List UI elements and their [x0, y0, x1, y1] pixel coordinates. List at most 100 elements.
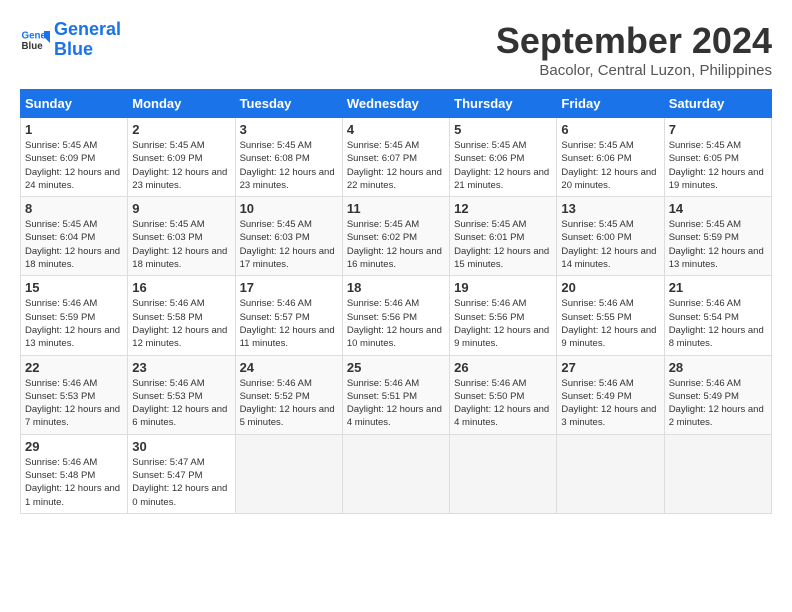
day-number: 27 [561, 360, 659, 375]
day-number: 2 [132, 122, 230, 137]
calendar-cell: 9 Sunrise: 5:45 AMSunset: 6:03 PMDaylight… [128, 197, 235, 276]
day-number: 30 [132, 439, 230, 454]
day-info: Sunrise: 5:46 AMSunset: 5:49 PMDaylight:… [561, 377, 659, 430]
header-row: Sunday Monday Tuesday Wednesday Thursday… [21, 90, 772, 118]
calendar-cell [235, 434, 342, 513]
location-title: Bacolor, Central Luzon, Philippines [496, 62, 772, 79]
day-info: Sunrise: 5:45 AMSunset: 6:03 PMDaylight:… [240, 218, 338, 271]
calendar-cell: 17 Sunrise: 5:46 AMSunset: 5:57 PMDayligh… [235, 276, 342, 355]
day-info: Sunrise: 5:45 AMSunset: 6:09 PMDaylight:… [132, 139, 230, 192]
day-number: 20 [561, 280, 659, 295]
day-number: 16 [132, 280, 230, 295]
day-info: Sunrise: 5:45 AMSunset: 6:01 PMDaylight:… [454, 218, 552, 271]
calendar-cell: 18Sunrise: 5:46 AMSunset: 5:56 PMDayligh… [342, 276, 449, 355]
day-info: Sunrise: 5:45 AMSunset: 5:59 PMDaylight:… [669, 218, 767, 271]
calendar-cell: 27 Sunrise: 5:46 AMSunset: 5:49 PMDayligh… [557, 355, 664, 434]
day-number: 17 [240, 280, 338, 295]
day-info: Sunrise: 5:46 AMSunset: 5:53 PMDaylight:… [25, 377, 123, 430]
day-info: Sunrise: 5:46 AMSunset: 5:53 PMDaylight:… [132, 377, 230, 430]
calendar-cell [342, 434, 449, 513]
day-info: Sunrise: 5:46 AMSunset: 5:49 PMDaylight:… [669, 377, 767, 430]
calendar-cell: 13 Sunrise: 5:45 AMSunset: 6:00 PMDayligh… [557, 197, 664, 276]
day-info: Sunrise: 5:45 AMSunset: 6:09 PMDaylight:… [25, 139, 123, 192]
col-monday: Monday [128, 90, 235, 118]
calendar-cell: 11 Sunrise: 5:45 AMSunset: 6:02 PMDayligh… [342, 197, 449, 276]
day-info: Sunrise: 5:46 AMSunset: 5:50 PMDaylight:… [454, 377, 552, 430]
calendar-cell [557, 434, 664, 513]
calendar-row: 22 Sunrise: 5:46 AMSunset: 5:53 PMDayligh… [21, 355, 772, 434]
day-number: 10 [240, 201, 338, 216]
calendar-cell: 6Sunrise: 5:45 AMSunset: 6:06 PMDaylight… [557, 118, 664, 197]
calendar-cell: 1 Sunrise: 5:45 AMSunset: 6:09 PMDaylight… [21, 118, 128, 197]
calendar-row: 8 Sunrise: 5:45 AMSunset: 6:04 PMDaylight… [21, 197, 772, 276]
col-saturday: Saturday [664, 90, 771, 118]
day-info: Sunrise: 5:45 AMSunset: 6:00 PMDaylight:… [561, 218, 659, 271]
calendar-cell: 26 Sunrise: 5:46 AMSunset: 5:50 PMDayligh… [450, 355, 557, 434]
calendar-cell: 10 Sunrise: 5:45 AMSunset: 6:03 PMDayligh… [235, 197, 342, 276]
day-info: Sunrise: 5:45 AMSunset: 6:06 PMDaylight:… [561, 139, 659, 192]
day-number: 1 [25, 122, 123, 137]
calendar-cell: 19Sunrise: 5:46 AMSunset: 5:56 PMDayligh… [450, 276, 557, 355]
day-info: Sunrise: 5:45 AMSunset: 6:08 PMDaylight:… [240, 139, 338, 192]
calendar-cell: 28Sunrise: 5:46 AMSunset: 5:49 PMDayligh… [664, 355, 771, 434]
day-number: 24 [240, 360, 338, 375]
calendar-row: 29 Sunrise: 5:46 AMSunset: 5:48 PMDayligh… [21, 434, 772, 513]
day-info: Sunrise: 5:46 AMSunset: 5:48 PMDaylight:… [25, 456, 123, 509]
col-sunday: Sunday [21, 90, 128, 118]
day-number: 26 [454, 360, 552, 375]
day-number: 25 [347, 360, 445, 375]
day-number: 11 [347, 201, 445, 216]
col-thursday: Thursday [450, 90, 557, 118]
day-number: 3 [240, 122, 338, 137]
day-number: 4 [347, 122, 445, 137]
day-info: Sunrise: 5:46 AMSunset: 5:57 PMDaylight:… [240, 297, 338, 350]
day-info: Sunrise: 5:47 AMSunset: 5:47 PMDaylight:… [132, 456, 230, 509]
calendar-cell: 23 Sunrise: 5:46 AMSunset: 5:53 PMDayligh… [128, 355, 235, 434]
day-number: 13 [561, 201, 659, 216]
day-info: Sunrise: 5:45 AMSunset: 6:05 PMDaylight:… [669, 139, 767, 192]
calendar-cell: 5Sunrise: 5:45 AMSunset: 6:06 PMDaylight… [450, 118, 557, 197]
day-info: Sunrise: 5:46 AMSunset: 5:58 PMDaylight:… [132, 297, 230, 350]
title-section: September 2024 Bacolor, Central Luzon, P… [496, 20, 772, 79]
day-info: Sunrise: 5:46 AMSunset: 5:54 PMDaylight:… [669, 297, 767, 350]
day-info: Sunrise: 5:45 AMSunset: 6:04 PMDaylight:… [25, 218, 123, 271]
calendar-cell: 25 Sunrise: 5:46 AMSunset: 5:51 PMDayligh… [342, 355, 449, 434]
calendar-cell [450, 434, 557, 513]
day-info: Sunrise: 5:46 AMSunset: 5:52 PMDaylight:… [240, 377, 338, 430]
calendar-cell: 2 Sunrise: 5:45 AMSunset: 6:09 PMDaylight… [128, 118, 235, 197]
day-number: 14 [669, 201, 767, 216]
calendar-cell: 24 Sunrise: 5:46 AMSunset: 5:52 PMDayligh… [235, 355, 342, 434]
day-info: Sunrise: 5:46 AMSunset: 5:51 PMDaylight:… [347, 377, 445, 430]
day-info: Sunrise: 5:45 AMSunset: 6:02 PMDaylight:… [347, 218, 445, 271]
calendar-cell: 20 Sunrise: 5:46 AMSunset: 5:55 PMDayligh… [557, 276, 664, 355]
day-number: 18 [347, 280, 445, 295]
day-number: 8 [25, 201, 123, 216]
calendar-cell: 7 Sunrise: 5:45 AMSunset: 6:05 PMDaylight… [664, 118, 771, 197]
calendar-cell: 16 Sunrise: 5:46 AMSunset: 5:58 PMDayligh… [128, 276, 235, 355]
logo-text: GeneralBlue [54, 20, 121, 60]
calendar-cell: 30 Sunrise: 5:47 AMSunset: 5:47 PMDayligh… [128, 434, 235, 513]
day-info: Sunrise: 5:45 AMSunset: 6:03 PMDaylight:… [132, 218, 230, 271]
col-wednesday: Wednesday [342, 90, 449, 118]
calendar-row: 15Sunrise: 5:46 AMSunset: 5:59 PMDayligh… [21, 276, 772, 355]
page-header: General Blue GeneralBlue September 2024 … [20, 20, 772, 79]
day-number: 15 [25, 280, 123, 295]
day-number: 29 [25, 439, 123, 454]
day-number: 5 [454, 122, 552, 137]
day-number: 23 [132, 360, 230, 375]
calendar-cell: 12Sunrise: 5:45 AMSunset: 6:01 PMDayligh… [450, 197, 557, 276]
logo: General Blue GeneralBlue [20, 20, 121, 60]
calendar-cell: 8 Sunrise: 5:45 AMSunset: 6:04 PMDaylight… [21, 197, 128, 276]
day-number: 21 [669, 280, 767, 295]
month-title: September 2024 [496, 20, 772, 62]
calendar-cell: 22 Sunrise: 5:46 AMSunset: 5:53 PMDayligh… [21, 355, 128, 434]
day-info: Sunrise: 5:45 AMSunset: 6:07 PMDaylight:… [347, 139, 445, 192]
calendar-table: Sunday Monday Tuesday Wednesday Thursday… [20, 89, 772, 514]
day-info: Sunrise: 5:46 AMSunset: 5:55 PMDaylight:… [561, 297, 659, 350]
calendar-cell: 29 Sunrise: 5:46 AMSunset: 5:48 PMDayligh… [21, 434, 128, 513]
day-number: 22 [25, 360, 123, 375]
day-number: 7 [669, 122, 767, 137]
day-number: 9 [132, 201, 230, 216]
col-tuesday: Tuesday [235, 90, 342, 118]
calendar-cell: 14 Sunrise: 5:45 AMSunset: 5:59 PMDayligh… [664, 197, 771, 276]
